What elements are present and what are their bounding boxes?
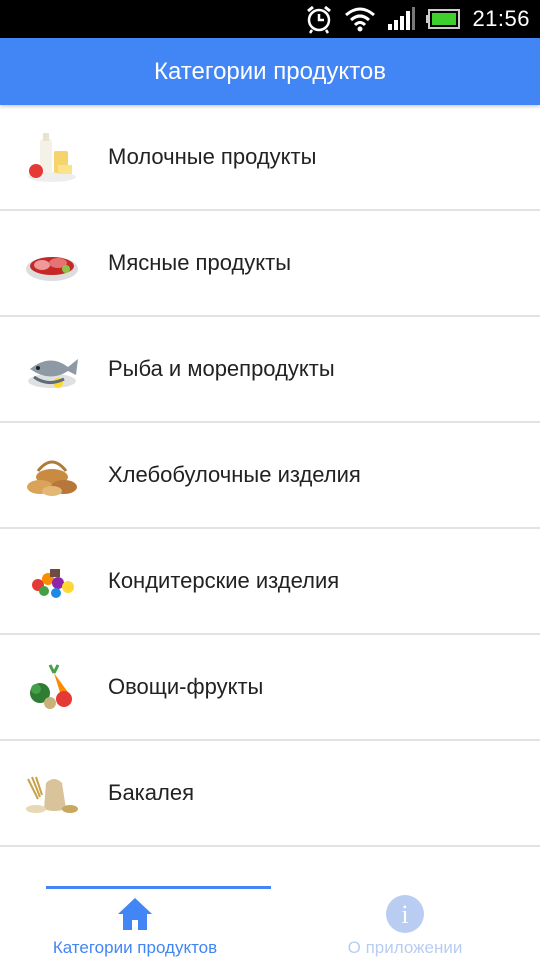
home-icon (116, 894, 154, 934)
meat-icon (22, 233, 82, 293)
category-label: Мясные продукты (108, 250, 292, 275)
alarm-icon (304, 4, 334, 34)
category-item-bread[interactable]: Хлебобулочные изделия (0, 423, 540, 529)
category-item-grocery[interactable]: Бакалея (0, 741, 540, 847)
category-item-fish[interactable]: Рыба и морепродукты (0, 317, 540, 423)
battery-icon (426, 9, 461, 29)
svg-text:i: i (401, 900, 408, 929)
category-item-sweets[interactable]: Кондитерские изделия (0, 529, 540, 635)
bottom-navigation: Категории продуктов i О приложении (0, 872, 540, 960)
info-icon: i (385, 894, 425, 934)
tab-about[interactable]: i О приложении (270, 872, 540, 960)
status-time: 21:56 (472, 6, 530, 31)
tab-label: Категории продуктов (52, 938, 218, 957)
category-label: Хлебобулочные изделия (108, 462, 361, 487)
category-label: Кондитерские изделия (108, 568, 340, 593)
category-label: Рыба и морепродукты (108, 356, 335, 381)
category-list: Молочные продукты Мясные продукты Рыба и (0, 105, 540, 871)
category-label: Молочные продукты (108, 144, 317, 169)
app-bar: Категории продуктов (0, 38, 540, 105)
category-label: Бакалея (108, 780, 195, 805)
sweets-icon (22, 551, 82, 611)
bread-icon (22, 445, 82, 505)
grocery-icon (22, 763, 82, 823)
category-item-meat[interactable]: Мясные продукты (0, 211, 540, 317)
dairy-icon (22, 127, 82, 187)
page-title: Категории продуктов (153, 57, 387, 85)
vegetables-icon (22, 657, 82, 717)
category-label: Овощи-фрукты (108, 674, 264, 699)
category-item-dairy[interactable]: Молочные продукты (0, 105, 540, 211)
tab-label: О приложении (347, 938, 463, 957)
category-item-vegetables[interactable]: Овощи-фрукты (0, 635, 540, 741)
tab-categories[interactable]: Категории продуктов (0, 872, 271, 960)
signal-icon (386, 6, 416, 32)
wifi-icon (344, 6, 376, 32)
fish-icon (22, 339, 82, 399)
status-bar: 21:56 (0, 0, 540, 38)
